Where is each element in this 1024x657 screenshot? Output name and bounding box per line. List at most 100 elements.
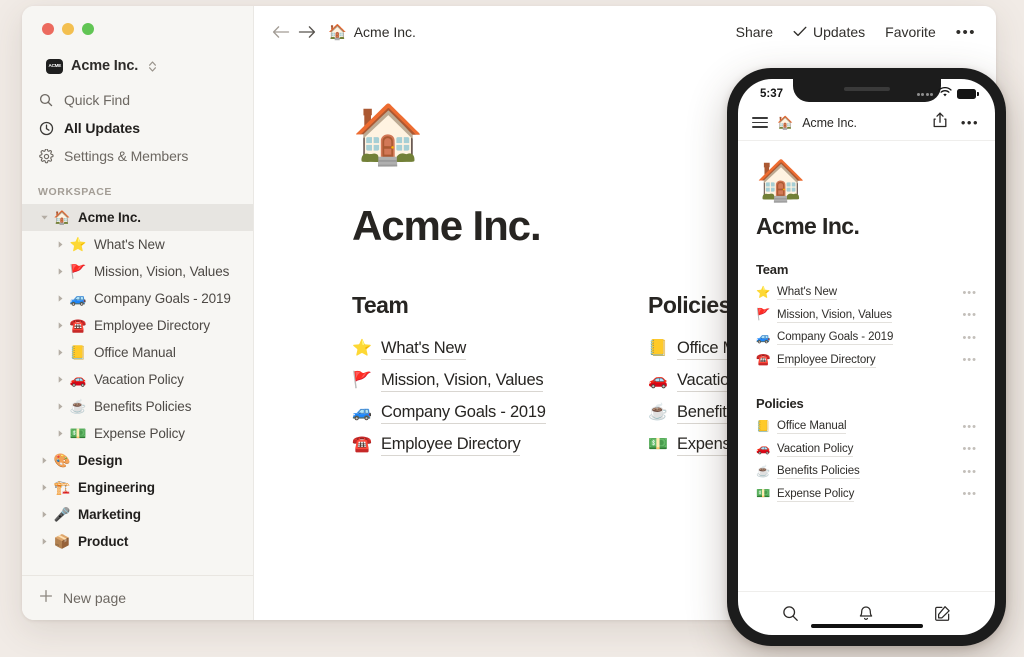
phone-section-heading: Policies [756,396,804,411]
sidebar-tree-item[interactable]: 💵 Expense Policy [22,420,253,447]
share-label: Share [735,24,773,40]
page-emoji-icon: ☎️ [352,436,372,453]
chevron-right-icon[interactable] [36,456,52,465]
acme-logo-icon: ACME [46,58,63,74]
sidebar-tree-item-label: Design [78,453,123,468]
page-emoji-icon: 💵 [756,488,771,500]
clock-icon [38,120,54,136]
phone-row-more-button[interactable]: ••• [962,310,977,321]
sidebar-tree-item[interactable]: 🚗 Vacation Policy [22,366,253,393]
phone-row-more-button[interactable]: ••• [962,444,977,455]
page-link[interactable]: 🚩 Mission, Vision, Values [352,365,648,397]
sidebar-tree-item[interactable]: 🚙 Company Goals - 2019 [22,285,253,312]
phone-row-more-button[interactable]: ••• [962,287,977,299]
close-window-button[interactable] [42,23,54,35]
phone-page-link[interactable]: 🚩 Mission, Vision, Values ••• [756,305,977,328]
page-link-label: What's New [381,339,466,360]
phone-row-more-button[interactable]: ••• [962,421,977,433]
chevron-right-icon[interactable] [52,267,68,276]
page-emoji-icon: 📒 [648,340,668,357]
sidebar-item-quick-find[interactable]: Quick Find [30,86,245,114]
sidebar-page-tree: 🏠 Acme Inc. ⭐ What's New 🚩 Mission, Vision, V… [22,204,253,555]
phone-page-link[interactable]: ☕ Benefits Policies ••• [756,461,977,484]
check-icon [793,25,807,40]
phone-row-more-button[interactable]: ••• [962,332,977,344]
chevron-right-icon[interactable] [36,483,52,492]
chevron-right-icon[interactable] [52,429,68,438]
phone-row-more-button[interactable]: ••• [962,489,977,500]
phone-page-link[interactable]: ☎️ Employee Directory ••• [756,350,977,373]
sidebar-tree-item[interactable]: 🎨 Design [22,447,253,474]
new-page-button[interactable]: New page [22,575,253,620]
phone-page-link[interactable]: 🚗 Vacation Policy ••• [756,439,977,462]
workspace-switcher[interactable]: ACME Acme Inc. [30,52,245,80]
phone-page-link-label: Benefits Policies [777,465,860,480]
favorite-label: Favorite [885,24,936,40]
battery-icon [957,89,979,99]
chevron-down-icon[interactable] [36,213,52,222]
compose-icon[interactable] [934,605,951,622]
zoom-window-button[interactable] [82,23,94,35]
chevron-updown-icon [148,60,157,73]
phone-row-more-button[interactable]: ••• [962,355,977,366]
phone-status-bar: 5:37 [738,79,995,105]
phone-row-more-button[interactable]: ••• [962,466,977,478]
sidebar-tree-item[interactable]: 🚩 Mission, Vision, Values [22,258,253,285]
chevron-right-icon[interactable] [52,348,68,357]
chevron-right-icon[interactable] [52,240,68,249]
favorite-button[interactable]: Favorite [885,24,936,40]
page-emoji-icon: ⭐ [756,286,771,299]
window-traffic-lights [22,6,253,48]
phone-more-button[interactable]: ••• [961,116,979,129]
chevron-right-icon[interactable] [52,321,68,330]
share-button[interactable]: Share [736,24,773,40]
phone-page-cover-icon[interactable]: 🏠 [756,161,977,201]
hamburger-icon[interactable] [752,116,768,129]
phone-page-link[interactable]: 📒 Office Manual ••• [756,416,977,439]
acme-logo-text: ACME [48,63,61,69]
updates-button[interactable]: Updates [793,24,865,40]
phone-page-link[interactable]: 🚙 Company Goals - 2019 ••• [756,327,977,350]
chevron-right-icon[interactable] [36,537,52,546]
phone-page-link-label: Vacation Policy [777,442,854,457]
phone-page-link[interactable]: ⭐ What's New ••• [756,282,977,305]
sidebar-item-all-updates[interactable]: All Updates [30,114,245,142]
page-link-label: Company Goals - 2019 [381,403,546,424]
chevron-right-icon[interactable] [52,375,68,384]
page-link[interactable]: 🚙 Company Goals - 2019 [352,397,648,429]
search-icon[interactable] [782,605,799,622]
phone-tab-bar [738,591,995,635]
page-emoji-icon: 🎨 [53,452,71,468]
chevron-right-icon[interactable] [52,402,68,411]
sidebar-tree-item[interactable]: 📦 Product [22,528,253,555]
phone-page-link-label: Mission, Vision, Values [777,308,892,323]
bell-icon[interactable] [858,605,874,623]
workspace-name: Acme Inc. [71,58,139,74]
page-link[interactable]: ⭐ What's New [352,333,648,365]
page-emoji-icon: 📒 [69,344,87,360]
sidebar-tree-item[interactable]: ☎️ Employee Directory [22,312,253,339]
chevron-right-icon[interactable] [52,294,68,303]
page-link[interactable]: ☎️ Employee Directory [352,429,648,461]
sidebar-tree-item[interactable]: 🏠 Acme Inc. [22,204,253,231]
page-emoji-icon: 🚗 [756,443,771,455]
sidebar-tree-item[interactable]: ☕ Benefits Policies [22,393,253,420]
back-button[interactable] [268,19,294,45]
wifi-icon [938,86,952,101]
chevron-right-icon[interactable] [36,510,52,519]
phone-page-link-label: Company Goals - 2019 [777,331,894,346]
phone-page-link[interactable]: 💵 Expense Policy ••• [756,484,977,507]
share-icon[interactable] [933,112,947,133]
sidebar-item-settings-members[interactable]: Settings & Members [30,142,245,170]
more-options-button[interactable]: ••• [956,25,976,40]
breadcrumb[interactable]: 🏠 Acme Inc. [328,24,416,40]
sidebar-tree-item-label: Engineering [78,480,155,495]
minimize-window-button[interactable] [62,23,74,35]
sidebar-tree-item[interactable]: 🎤 Marketing [22,501,253,528]
sidebar-tree-item[interactable]: 📒 Office Manual [22,339,253,366]
sidebar-tree-item[interactable]: ⭐ What's New [22,231,253,258]
forward-button[interactable] [294,19,320,45]
sidebar-tree-item[interactable]: 🏗️ Engineering [22,474,253,501]
sidebar-item-label: All Updates [64,120,140,136]
sidebar-item-label: Quick Find [64,92,130,108]
